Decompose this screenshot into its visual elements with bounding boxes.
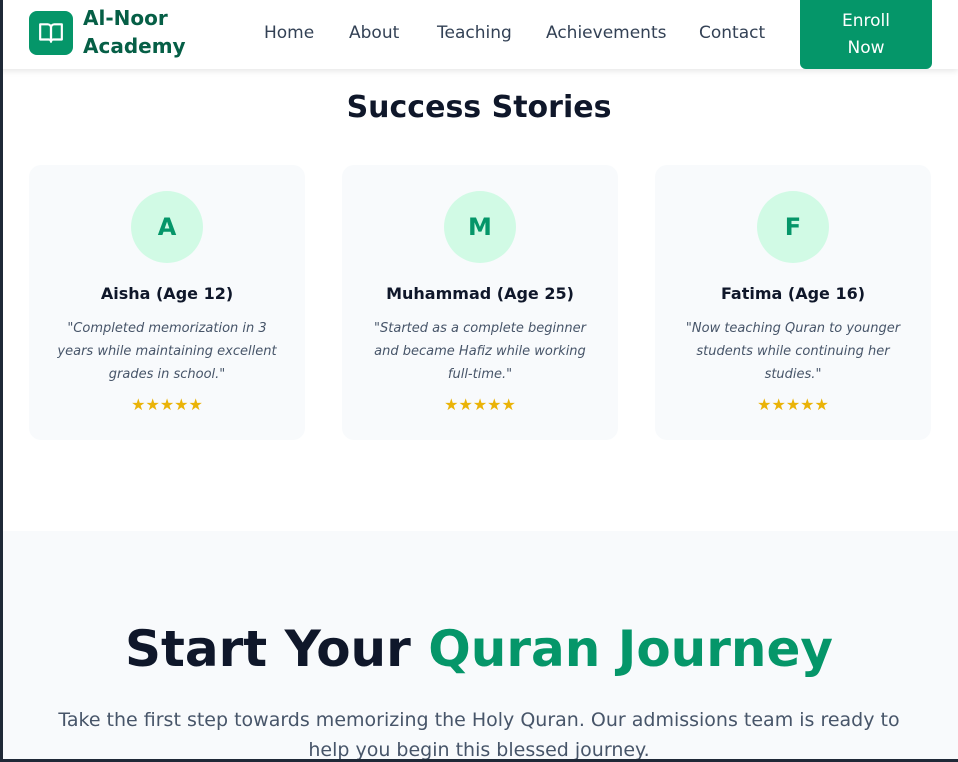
avatar: A [131, 191, 203, 263]
nav-teaching[interactable]: Teaching [437, 21, 512, 45]
testimonial-card: F Fatima (Age 16) "Now teaching Quran to… [655, 165, 931, 440]
brand-line-2: Academy [83, 34, 186, 58]
star-rating: ★★★★★ [757, 395, 829, 414]
star-rating: ★★★★★ [444, 395, 516, 414]
cta-title: Start Your Quran Journey [0, 617, 958, 681]
open-book-icon [39, 23, 63, 43]
avatar: F [757, 191, 829, 263]
nav-home[interactable]: Home [264, 21, 314, 45]
nav-achievements[interactable]: Achievements [546, 21, 666, 45]
success-stories-title: Success Stories [346, 90, 612, 125]
testimonial-card: M Muhammad (Age 25) "Started as a comple… [342, 165, 618, 440]
cta-section: Start Your Quran Journey Take the first … [0, 531, 958, 762]
star-rating: ★★★★★ [131, 395, 203, 414]
student-name: Fatima (Age 16) [720, 284, 866, 303]
enroll-now-label: Enroll Now [842, 10, 890, 58]
cta-title-accent: Quran Journey [428, 620, 834, 678]
student-name: Muhammad (Age 25) [386, 284, 574, 303]
nav-about[interactable]: About [349, 21, 399, 45]
site-header: Al-Noor Academy Home About Teaching Achi… [0, 0, 958, 69]
enroll-now-button[interactable]: Enroll Now [800, 0, 932, 69]
testimonial-quote: "Now teaching Quran to younger students … [685, 321, 901, 382]
student-name: Aisha (Age 12) [100, 284, 234, 303]
cta-title-part: Start Your [124, 620, 429, 678]
avatar: M [444, 191, 516, 263]
brand-name[interactable]: Al-Noor Academy [83, 4, 213, 60]
logo[interactable] [29, 11, 73, 55]
testimonial-quote: "Completed memorization in 3 years while… [57, 321, 277, 382]
window-border-left [0, 0, 3, 762]
cta-description: Take the first step towards memorizing t… [58, 709, 900, 761]
brand-line-1: Al-Noor [83, 6, 168, 30]
testimonial-quote: "Started as a complete beginner and beca… [374, 321, 586, 382]
nav-contact[interactable]: Contact [699, 21, 765, 45]
testimonial-card: A Aisha (Age 12) "Completed memorization… [29, 165, 305, 440]
